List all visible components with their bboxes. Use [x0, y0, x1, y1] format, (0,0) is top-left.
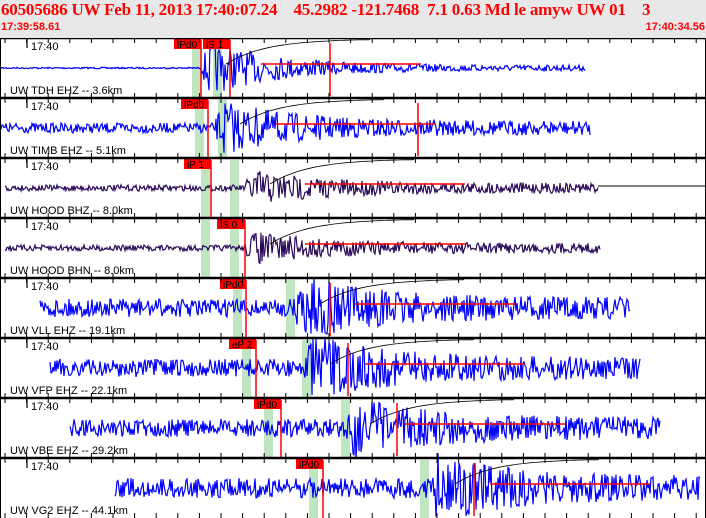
event-header: 60505686 UW Feb 11, 2013 17:40:07.24 45.… [0, 0, 706, 38]
pick-label: iPd0 [223, 280, 243, 291]
pick-label: iPd0 [177, 40, 197, 51]
station-label: UW VFP EHZ -- 22.1km [10, 385, 127, 397]
trace-panel[interactable]: iPd0 17:40 UW VLL EHZ -- 19.1km [0, 276, 706, 338]
trace-panel[interactable]: iPd0 iS 117:40UW TDH EHZ -- 3.6km [0, 38, 706, 98]
time-tick-label: 17:40 [31, 101, 59, 113]
start-time: 17:39:58.61 [1, 21, 61, 33]
pick-label: iP 1 [187, 160, 204, 171]
pick-label: iS 0 [220, 220, 238, 231]
time-tick-label: 17:40 [31, 221, 59, 233]
trace-panel[interactable]: iPd0 17:40 UW TIMB EHZ -- 5.1km [0, 96, 706, 158]
station-label: UW HOOD BHN -- 8.0km [10, 265, 134, 277]
pick-window [341, 400, 350, 458]
station-label: UW VBE EHZ -- 29.2km [10, 445, 128, 457]
time-tick-label: 17:40 [31, 461, 59, 473]
trace-panel[interactable]: eP 217:40UW VFP EHZ -- 22.1km [0, 336, 706, 398]
event-title: 60505686 UW Feb 11, 2013 17:40:07.24 45.… [1, 0, 651, 19]
trace-panel[interactable]: iS 0 17:40 UW HOOD BHN -- 8.0km [0, 216, 706, 278]
end-time: 17:40:34.56 [645, 21, 705, 33]
time-tick-label: 17:40 [31, 161, 59, 173]
time-tick-label: 17:40 [31, 281, 59, 293]
station-label: UW TDH EHZ -- 3.6km [10, 85, 122, 97]
trace-panel[interactable]: iP 1 17:40 UW HOOD BHZ -- 8.0km [0, 156, 706, 218]
seismogram-panels[interactable]: iPd0 iS 117:40UW TDH EHZ -- 3.6kmiPd017:4… [0, 38, 706, 518]
pick-label: iPd0 [257, 400, 277, 411]
pick-label: iPd0 [299, 460, 319, 471]
pick-label: iPd0 [184, 100, 204, 111]
station-label: UW VLL EHZ -- 19.1km [10, 325, 125, 337]
time-tick-label: 17:40 [31, 401, 59, 413]
station-label: UW VG2 EHZ -- 44.1km [10, 505, 128, 517]
time-tick-label: 17:40 [31, 341, 59, 353]
station-label: UW TIMB EHZ -- 5.1km [10, 145, 126, 157]
station-label: UW HOOD BHZ -- 8.0km [10, 205, 133, 217]
trace-panel[interactable]: iPd0 17:40 UW VG2 EHZ -- 44.1km [0, 453, 706, 518]
trace-panel[interactable]: iPd0 17:40 UW VBE EHZ -- 29.2km [0, 396, 706, 460]
time-tick-label: 17:40 [31, 41, 59, 53]
